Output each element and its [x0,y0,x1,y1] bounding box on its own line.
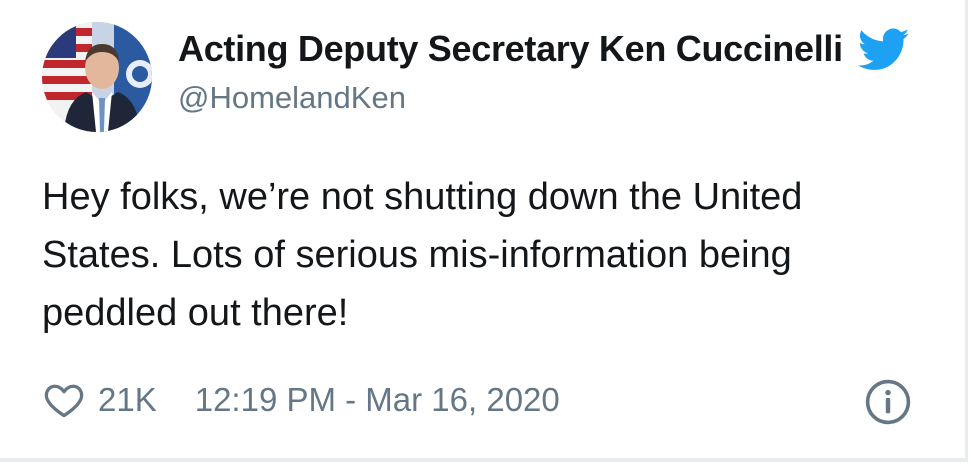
twitter-bird-icon[interactable] [858,28,910,72]
user-handle[interactable]: @HomelandKen [178,78,406,118]
like-count[interactable]: 21K [98,378,157,422]
timestamp[interactable]: 12:19 PM - Mar 16, 2020 [195,378,560,422]
tweet-text: Hey folks, we’re not shutting down the U… [42,176,803,334]
tweet-card[interactable]: Acting Deputy Secretary Ken Cuccinelli @… [0,0,968,462]
profile-photo [42,22,152,132]
info-icon[interactable] [864,378,912,426]
tweet-footer: 21K 12:19 PM - Mar 16, 2020 [42,378,560,422]
avatar[interactable] [42,22,152,132]
heart-icon[interactable] [42,378,86,422]
display-name[interactable]: Acting Deputy Secretary Ken Cuccinelli [178,26,860,72]
